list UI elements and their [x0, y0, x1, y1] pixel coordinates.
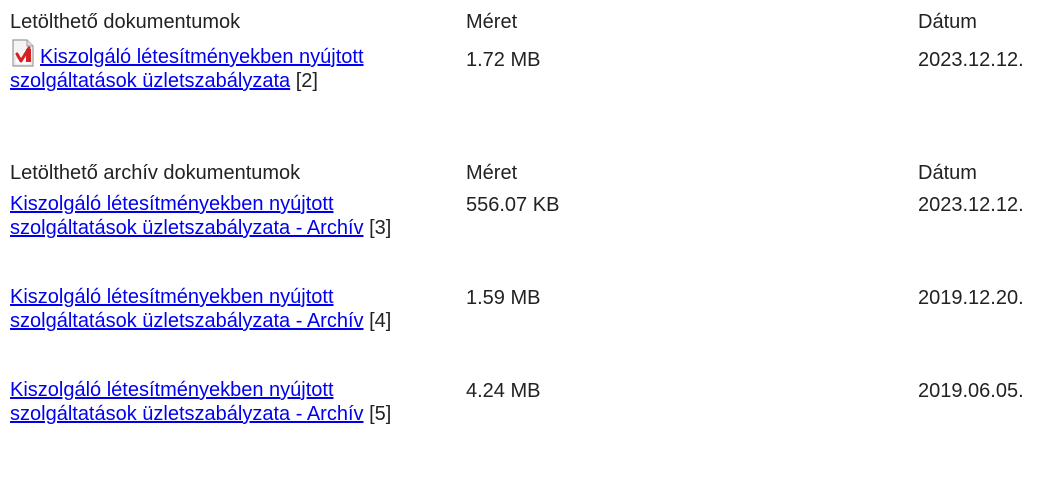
date-column-header: Dátum — [918, 11, 977, 33]
date-column-header: Dátum — [918, 162, 977, 184]
document-cell: Kiszolgáló létesítményekben nyújtott szo… — [10, 285, 440, 333]
document-cell: Kiszolgáló létesítményekben nyújtott szo… — [10, 39, 410, 93]
reference-number: [3] — [369, 217, 392, 239]
file-size: 556.07 KB — [466, 194, 560, 216]
document-date: 2023.12.12. — [918, 49, 1024, 71]
document-link[interactable]: Kiszolgáló létesítményekben nyújtott szo… — [10, 193, 364, 239]
current-docs-title: Letölthető dokumentumok — [10, 11, 241, 33]
file-size: 4.24 MB — [466, 380, 541, 402]
document-link[interactable]: Kiszolgáló létesítményekben nyújtott szo… — [10, 379, 364, 425]
reference-number: [4] — [369, 310, 392, 332]
document-cell: Kiszolgáló létesítményekben nyújtott szo… — [10, 378, 440, 426]
file-size: 1.59 MB — [466, 287, 541, 309]
reference-number: [2] — [295, 70, 318, 92]
document-cell: Kiszolgáló létesítményekben nyújtott szo… — [10, 192, 440, 240]
size-column-header: Méret — [466, 162, 518, 184]
reference-number: [5] — [369, 403, 392, 425]
archive-docs-title: Letölthető archív dokumentumok — [10, 162, 301, 184]
document-link[interactable]: Kiszolgáló létesítményekben nyújtott szo… — [10, 286, 364, 332]
documents-table: Letölthető dokumentumok Méret Dátum Kisz… — [0, 0, 1057, 486]
document-date: 2019.06.05. — [918, 380, 1024, 402]
pdf-icon — [10, 39, 36, 67]
size-column-header: Méret — [466, 11, 518, 33]
document-date: 2019.12.20. — [918, 287, 1024, 309]
document-date: 2023.12.12. — [918, 194, 1024, 216]
file-size: 1.72 MB — [466, 49, 541, 71]
